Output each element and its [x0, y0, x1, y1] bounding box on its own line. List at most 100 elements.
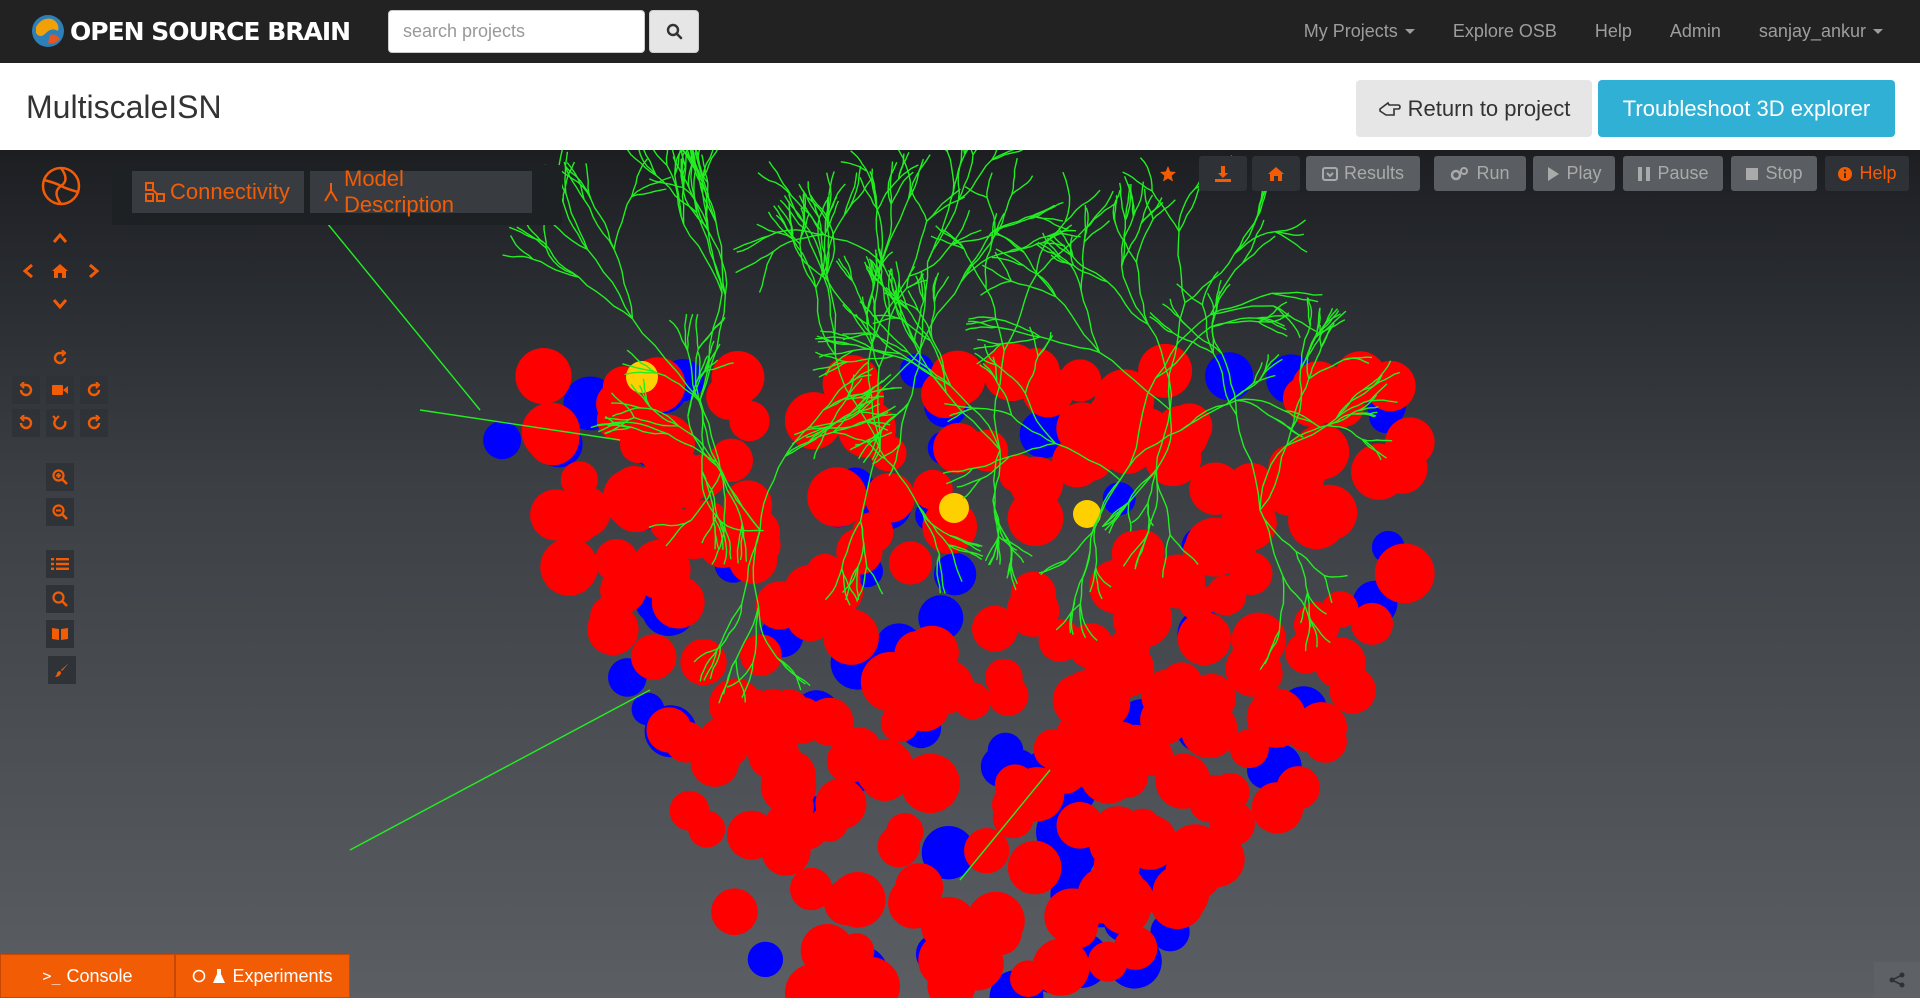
stop-button[interactable]: Stop [1731, 156, 1817, 191]
cell-soma[interactable] [918, 932, 975, 989]
cell-soma[interactable] [483, 421, 522, 460]
pan-left-button[interactable] [14, 257, 42, 285]
pause-button[interactable]: Pause [1623, 156, 1723, 191]
spotlight-search-button[interactable] [46, 585, 74, 613]
cell-soma[interactable] [729, 400, 770, 442]
cell-soma[interactable] [1058, 359, 1102, 402]
cell-soma[interactable] [711, 351, 765, 404]
cell-soma[interactable] [609, 484, 651, 526]
cell-soma[interactable] [800, 924, 854, 977]
cell-soma[interactable] [954, 682, 992, 720]
cell-soma[interactable] [877, 825, 920, 868]
cell-soma[interactable] [522, 350, 564, 392]
cell-soma[interactable] [1010, 960, 1047, 997]
cell-soma[interactable] [669, 790, 710, 831]
3d-viewer[interactable]: Connectivity Model Description Results R… [0, 150, 1920, 998]
cell-soma[interactable] [631, 634, 677, 680]
console-tab[interactable]: >_ Console [0, 954, 175, 998]
cell-soma[interactable] [1010, 571, 1057, 618]
cell-soma[interactable] [972, 605, 1018, 652]
rotate-right-button[interactable] [80, 376, 108, 404]
color-brush-button[interactable] [48, 656, 76, 684]
camera-button[interactable] [46, 376, 74, 404]
cell-soma[interactable] [649, 503, 688, 542]
cell-soma[interactable] [1303, 719, 1347, 763]
cell-soma[interactable] [709, 678, 762, 732]
cell-soma[interactable] [888, 541, 933, 585]
cell-soma[interactable] [607, 394, 660, 446]
pan-right-button[interactable] [80, 257, 108, 285]
search-input[interactable] [388, 10, 645, 53]
control-panel-button[interactable] [46, 550, 74, 578]
cell-soma[interactable] [1385, 417, 1435, 467]
cell-soma[interactable] [976, 909, 1022, 956]
experiments-tab[interactable]: Experiments [175, 954, 350, 998]
cell-soma[interactable] [748, 728, 800, 780]
return-to-project-button[interactable]: Return to project [1356, 80, 1592, 137]
cell-soma[interactable] [1098, 882, 1151, 935]
cell-soma[interactable] [815, 477, 865, 527]
nav-my-projects[interactable]: My Projects [1285, 21, 1434, 42]
cell-soma[interactable] [1185, 517, 1244, 577]
cell-soma[interactable] [1089, 822, 1135, 868]
cell-soma[interactable] [1273, 471, 1314, 512]
cell-soma[interactable] [1177, 611, 1232, 666]
brand-logo[interactable]: OPEN SOURCE BRAIN [30, 12, 351, 50]
cell-soma[interactable] [1194, 774, 1232, 812]
tilt-left-button[interactable] [12, 409, 40, 437]
cell-soma[interactable] [630, 539, 691, 600]
auto-rotate-button[interactable] [46, 344, 74, 372]
cell-soma[interactable] [806, 553, 843, 590]
cell-soma[interactable] [711, 888, 758, 935]
results-button[interactable]: Results [1306, 156, 1420, 191]
cell-soma[interactable] [855, 739, 914, 798]
cell-soma[interactable] [540, 538, 598, 596]
cell-soma[interactable] [1242, 654, 1283, 694]
cell-soma[interactable] [1251, 782, 1304, 834]
cell-soma[interactable] [1152, 561, 1199, 608]
cell-soma[interactable] [1121, 529, 1165, 574]
cell-soma[interactable] [1079, 662, 1123, 705]
nav-explore-osb[interactable]: Explore OSB [1434, 21, 1576, 42]
download-button[interactable] [1199, 156, 1247, 191]
cell-soma[interactable] [985, 658, 1023, 697]
cell-soma[interactable] [1044, 752, 1087, 794]
pan-down-button[interactable] [46, 290, 74, 318]
cell-soma[interactable] [1160, 662, 1203, 705]
cell-soma[interactable] [1321, 591, 1359, 628]
tutorial-button[interactable] [46, 620, 74, 648]
tab-connectivity[interactable]: Connectivity [132, 171, 304, 213]
cell-soma[interactable] [1374, 543, 1435, 604]
cell-soma[interactable] [665, 721, 707, 763]
cell-soma[interactable] [1246, 688, 1307, 748]
cell-soma[interactable] [1013, 348, 1060, 395]
troubleshoot-3d-button[interactable]: Troubleshoot 3D explorer [1598, 80, 1895, 137]
cell-soma[interactable] [1094, 369, 1155, 429]
cell-soma[interactable] [860, 652, 921, 712]
cell-soma[interactable] [768, 689, 811, 732]
pan-up-button[interactable] [46, 224, 74, 252]
nav-user-menu[interactable]: sanjay_ankur [1740, 21, 1902, 42]
search-button[interactable] [649, 10, 699, 53]
cell-soma[interactable] [1056, 714, 1094, 752]
cell-soma[interactable] [726, 497, 773, 545]
cell-soma[interactable] [526, 412, 580, 466]
cell-soma[interactable] [556, 502, 598, 545]
cell-soma[interactable] [1007, 840, 1062, 895]
play-button[interactable]: Play [1533, 156, 1615, 191]
home-button[interactable] [1252, 156, 1300, 191]
nav-admin[interactable]: Admin [1651, 21, 1740, 42]
cell-soma[interactable] [1314, 637, 1366, 689]
cell-soma[interactable] [763, 802, 813, 853]
cell-soma[interactable] [1150, 874, 1205, 930]
run-button[interactable]: Run [1434, 156, 1526, 191]
flip-button[interactable] [46, 409, 74, 437]
cell-soma[interactable] [888, 877, 940, 929]
cell-soma[interactable] [747, 941, 784, 978]
favorite-button[interactable] [1148, 156, 1188, 191]
tilt-right-button[interactable] [80, 409, 108, 437]
zoom-out-button[interactable] [46, 498, 74, 526]
rotate-left-button[interactable] [12, 376, 40, 404]
tab-model-description[interactable]: Model Description [310, 166, 532, 217]
cell-soma[interactable] [824, 879, 870, 926]
